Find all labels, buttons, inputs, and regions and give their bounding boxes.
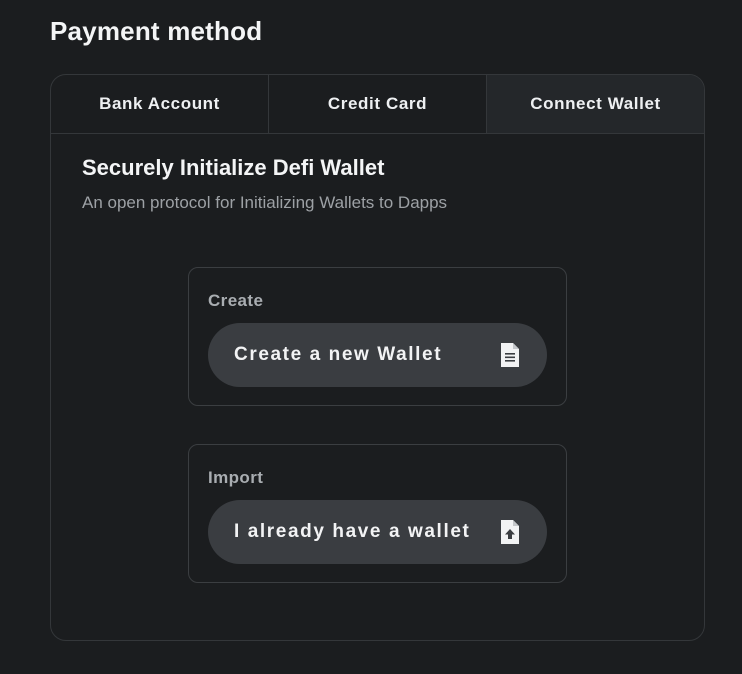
document-icon [499,341,521,369]
wallet-section-subtitle: An open protocol for Initializing Wallet… [82,193,448,212]
import-wallet-panel: Import I already have a wallet [188,444,567,583]
page-title: Payment method [50,16,263,46]
tab-credit-card[interactable]: Credit Card [268,75,486,133]
create-wallet-button-label: Create a new Wallet [234,344,443,365]
tab-connect-wallet[interactable]: Connect Wallet [486,75,704,133]
payment-tabs: Bank Account Credit Card Connect Wallet [51,75,704,134]
create-label: Create [208,291,264,310]
wallet-section-title: Securely Initialize Defi Wallet [82,155,385,180]
import-label: Import [208,468,264,487]
import-wallet-button-label: I already have a wallet [234,521,471,542]
create-wallet-button[interactable]: Create a new Wallet [208,323,547,387]
import-wallet-button[interactable]: I already have a wallet [208,500,547,564]
create-wallet-panel: Create Create a new Wallet [188,267,567,406]
tab-bank-account[interactable]: Bank Account [51,75,268,133]
payment-method-card: Bank Account Credit Card Connect Wallet … [50,74,705,641]
file-upload-icon [499,518,521,546]
